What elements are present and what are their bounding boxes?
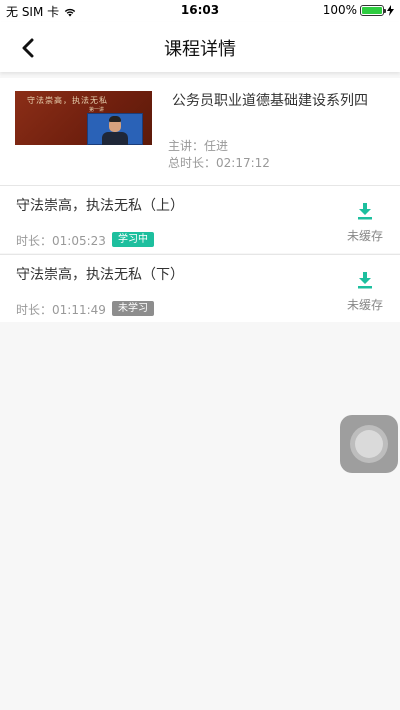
course-lecturer: 主讲：任进: [168, 139, 229, 153]
download-icon: [358, 272, 372, 289]
lesson-duration: 时长：01:05:23: [16, 234, 106, 248]
status-bar: 无 SIM 卡 16:03 100%: [0, 0, 400, 22]
download-label: 未缓存: [346, 298, 383, 312]
assistive-touch-button[interactable]: [340, 415, 398, 473]
lesson-title: 守法崇高，执法无私（下）: [16, 267, 184, 283]
charging-icon: [387, 4, 394, 16]
battery-percent: 100%: [322, 3, 357, 17]
page-title: 课程详情: [164, 39, 236, 60]
download-button[interactable]: 未缓存: [345, 271, 385, 313]
status-right: 100%: [323, 3, 394, 17]
course-thumbnail[interactable]: 守法崇高，执法无私 第一讲: [15, 91, 152, 145]
lesson-duration: 时长：01:11:49: [16, 303, 106, 317]
status-badge: 学习中: [112, 232, 154, 247]
lesson-title: 守法崇高，执法无私（上）: [16, 198, 184, 214]
nav-bar: 课程详情: [0, 22, 400, 72]
download-label: 未缓存: [346, 229, 383, 243]
course-title: 公务员职业道德基础建设系列四: [172, 93, 368, 109]
course-total-duration: 总时长：02:17:12: [168, 156, 270, 170]
download-icon: [358, 203, 372, 220]
battery-fill: [362, 6, 382, 14]
circle-icon: [355, 430, 383, 458]
download-button[interactable]: 未缓存: [345, 202, 385, 244]
lecturer-image: [87, 113, 143, 145]
lesson-item[interactable]: 守法崇高，执法无私（下） 时长：01:11:49 未学习 未缓存: [0, 254, 400, 322]
thumbnail-sub: 第一讲: [89, 107, 105, 113]
thumbnail-caption: 守法崇高，执法无私: [27, 96, 108, 105]
battery-icon: [360, 4, 386, 16]
lesson-item[interactable]: 守法崇高，执法无私（上） 时长：01:05:23 学习中 未缓存: [0, 185, 400, 253]
status-badge: 未学习: [112, 301, 154, 316]
